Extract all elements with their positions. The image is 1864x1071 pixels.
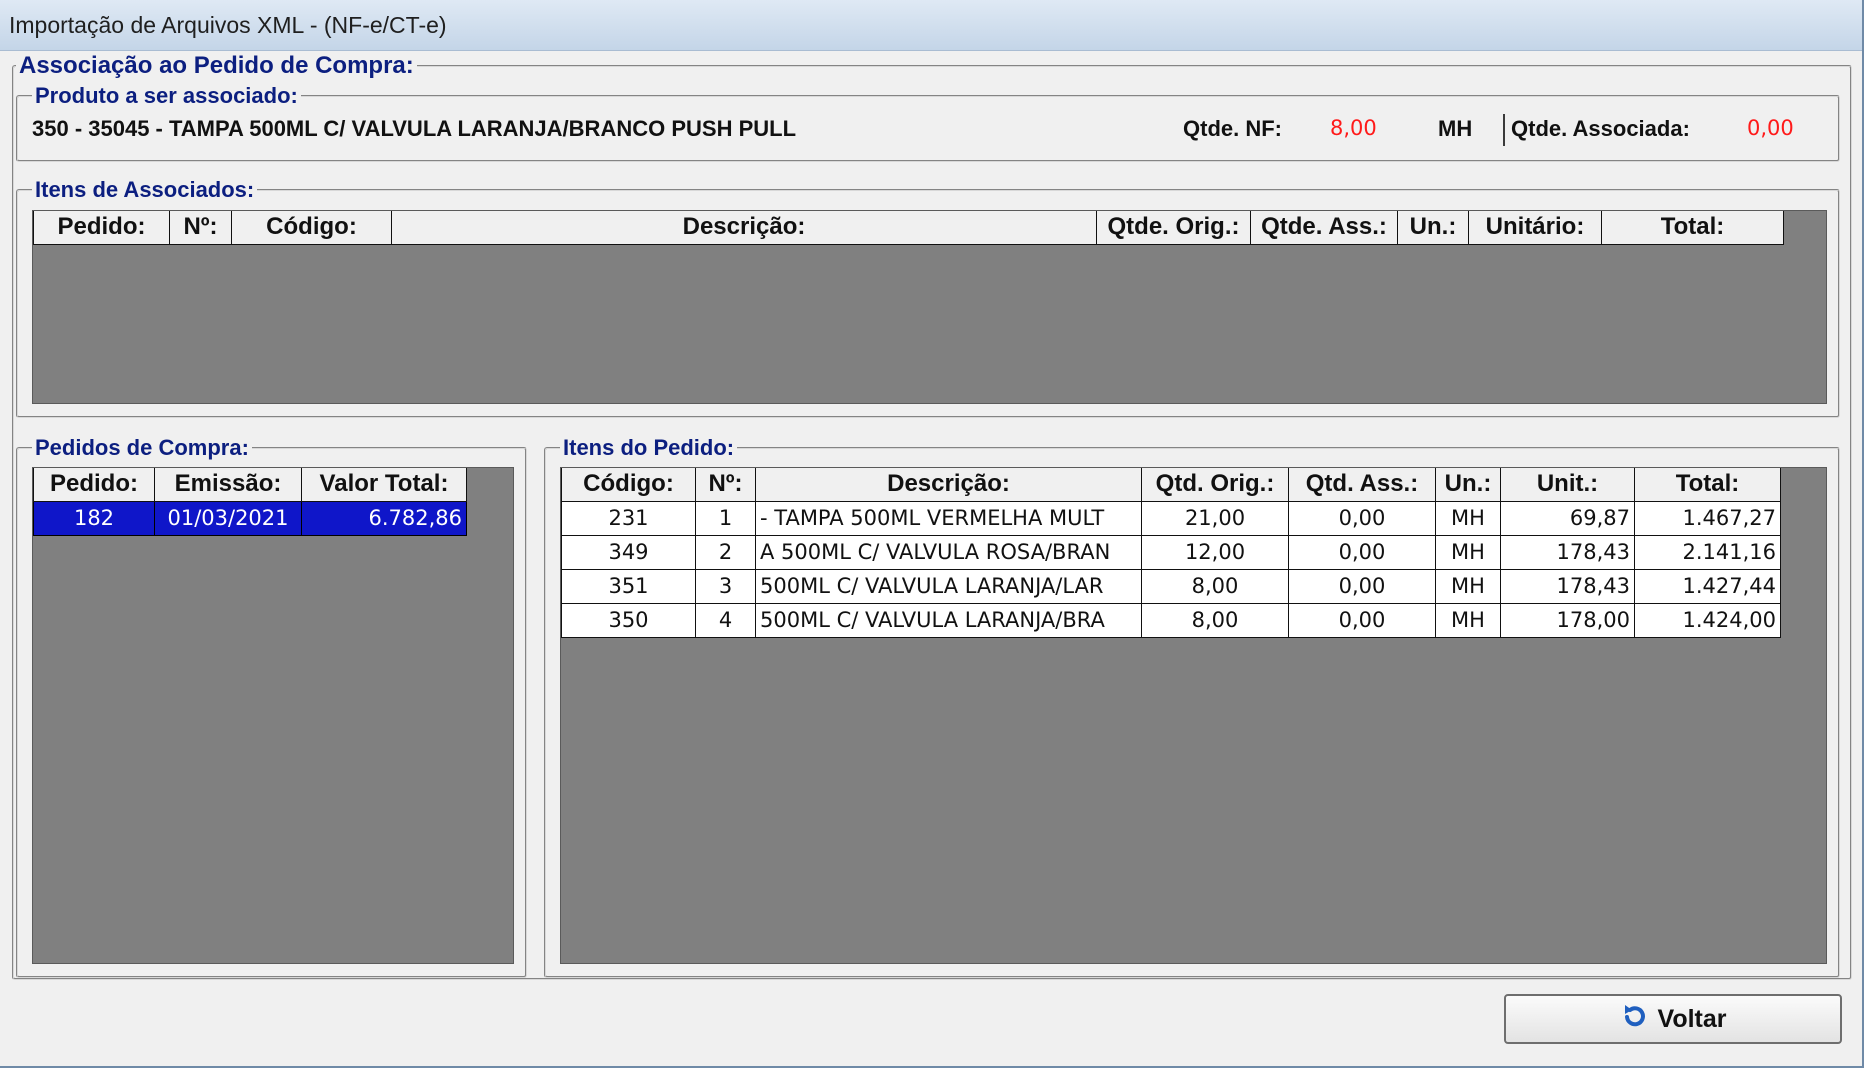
column-header[interactable]: Nº: [169,211,232,245]
column-header[interactable]: Código: [561,468,696,502]
cell-unit: 178,43 [1500,534,1635,570]
cell-qtd-ass: 0,00 [1288,534,1436,570]
cell-unit: 178,43 [1500,568,1635,604]
cell-valor-total: 6.782,86 [301,500,467,536]
table-row[interactable]: 350 4 500ML C/ VALVULA LARANJA/BRA 8,00 … [561,602,1781,638]
column-header[interactable]: Qtd. Orig.: [1141,468,1289,502]
table-header-row: Pedido: Emissão: Valor Total: [33,468,467,502]
column-header[interactable]: Descrição: [755,468,1142,502]
cell-descricao: 500ML C/ VALVULA LARANJA/LAR [755,568,1142,604]
title-bar[interactable]: Importação de Arquivos XML - (NF-e/CT-e) [0,0,1862,51]
column-header[interactable]: Total: [1634,468,1781,502]
table-row[interactable]: 351 3 500ML C/ VALVULA LARANJA/LAR 8,00 … [561,568,1781,604]
cell-unit: 178,00 [1500,602,1635,638]
cell-emissao: 01/03/2021 [154,500,302,536]
pedidos-table: Pedido: Emissão: Valor Total: 182 01/03/… [33,468,467,536]
cell-numero: 3 [695,568,756,604]
cell-qtd-ass: 0,00 [1288,568,1436,604]
cell-un: MH [1435,568,1501,604]
column-header[interactable]: Código: [231,211,392,245]
import-window: Importação de Arquivos XML - (NF-e/CT-e)… [0,0,1864,1068]
table-row[interactable]: 349 2 A 500ML C/ VALVULA ROSA/BRAN 12,00… [561,534,1781,570]
qtde-nf-value: 8,00 [1330,116,1377,140]
produto-legend: Produto a ser associado: [35,83,298,108]
cell-codigo: 351 [561,568,696,604]
cell-qtd-orig: 12,00 [1141,534,1289,570]
cell-qtd-orig: 21,00 [1141,500,1289,536]
itens-pedido-table: Código: Nº: Descrição: Qtd. Orig.: Qtd. … [561,468,1781,638]
table-row[interactable]: 231 1 - TAMPA 500ML VERMELHA MULT 21,00 … [561,500,1781,536]
column-header[interactable]: Pedido: [33,211,170,245]
cell-numero: 2 [695,534,756,570]
column-header[interactable]: Emissão: [154,468,302,502]
table-header-row: Código: Nº: Descrição: Qtd. Orig.: Qtd. … [561,468,1781,502]
voltar-button[interactable]: Voltar [1504,994,1842,1044]
itens-pedido-legend: Itens do Pedido: [563,435,735,460]
column-header[interactable]: Nº: [695,468,756,502]
itens-pedido-grid[interactable]: Código: Nº: Descrição: Qtd. Orig.: Qtd. … [560,467,1827,964]
cell-qtd-orig: 8,00 [1141,568,1289,604]
qtde-associada-value: 0,00 [1747,116,1794,140]
column-header[interactable]: Valor Total: [301,468,467,502]
cell-total: 1.424,00 [1634,602,1781,638]
cell-un: MH [1435,534,1501,570]
cell-qtd-ass: 0,00 [1288,602,1436,638]
column-header[interactable]: Un.: [1397,211,1469,245]
separator [1503,114,1505,146]
cell-qtd-ass: 0,00 [1288,500,1436,536]
column-header[interactable]: Qtde. Orig.: [1096,211,1251,245]
itens-associados-legend: Itens de Associados: [35,177,255,202]
column-header[interactable]: Descrição: [391,211,1097,245]
cell-unit: 69,87 [1500,500,1635,536]
cell-codigo: 350 [561,602,696,638]
associacao-legend: Associação ao Pedido de Compra: [19,52,414,79]
column-header[interactable]: Unit.: [1500,468,1635,502]
voltar-label: Voltar [1657,1004,1727,1033]
pedidos-legend: Pedidos de Compra: [35,435,249,460]
cell-codigo: 231 [561,500,696,536]
column-header[interactable]: Unitário: [1468,211,1602,245]
column-header[interactable]: Un.: [1435,468,1501,502]
column-header[interactable]: Pedido: [33,468,155,502]
cell-descricao: - TAMPA 500ML VERMELHA MULT [755,500,1142,536]
descricao-text: 500ML C/ VALVULA LARANJA/BRA [760,608,1105,632]
produto-description: 350 - 35045 - TAMPA 500ML C/ VALVULA LAR… [32,116,797,141]
cell-numero: 1 [695,500,756,536]
return-arrow-icon [1620,1002,1650,1036]
window-title: Importação de Arquivos XML - (NF-e/CT-e) [9,12,447,38]
descricao-text: 500ML C/ VALVULA LARANJA/LAR [760,574,1104,598]
cell-total: 1.467,27 [1634,500,1781,536]
column-header[interactable]: Qtde. Ass.: [1250,211,1398,245]
table-header-row: Pedido: Nº: Código: Descrição: Qtde. Ori… [33,211,1784,245]
unit-label: MH [1438,116,1473,141]
cell-codigo: 349 [561,534,696,570]
column-header[interactable]: Qtd. Ass.: [1288,468,1436,502]
cell-un: MH [1435,500,1501,536]
cell-un: MH [1435,602,1501,638]
descricao-text: - TAMPA 500ML VERMELHA MULT [760,506,1105,530]
cell-total: 2.141,16 [1634,534,1781,570]
column-header[interactable]: Total: [1601,211,1784,245]
qtde-associada-label: Qtde. Associada: [1511,116,1690,141]
table-row[interactable]: 182 01/03/2021 6.782,86 [33,500,467,536]
cell-qtd-orig: 8,00 [1141,602,1289,638]
cell-pedido: 182 [33,500,155,536]
cell-descricao: A 500ML C/ VALVULA ROSA/BRAN [755,534,1142,570]
descricao-text: A 500ML C/ VALVULA ROSA/BRAN [760,540,1111,564]
cell-total: 1.427,44 [1634,568,1781,604]
itens-associados-grid[interactable]: Pedido: Nº: Código: Descrição: Qtde. Ori… [32,210,1827,404]
pedidos-grid[interactable]: Pedido: Emissão: Valor Total: 182 01/03/… [32,467,514,964]
cell-descricao: 500ML C/ VALVULA LARANJA/BRA [755,602,1142,638]
qtde-nf-label: Qtde. NF: [1183,116,1282,141]
cell-numero: 4 [695,602,756,638]
itens-associados-table: Pedido: Nº: Código: Descrição: Qtde. Ori… [33,211,1784,245]
